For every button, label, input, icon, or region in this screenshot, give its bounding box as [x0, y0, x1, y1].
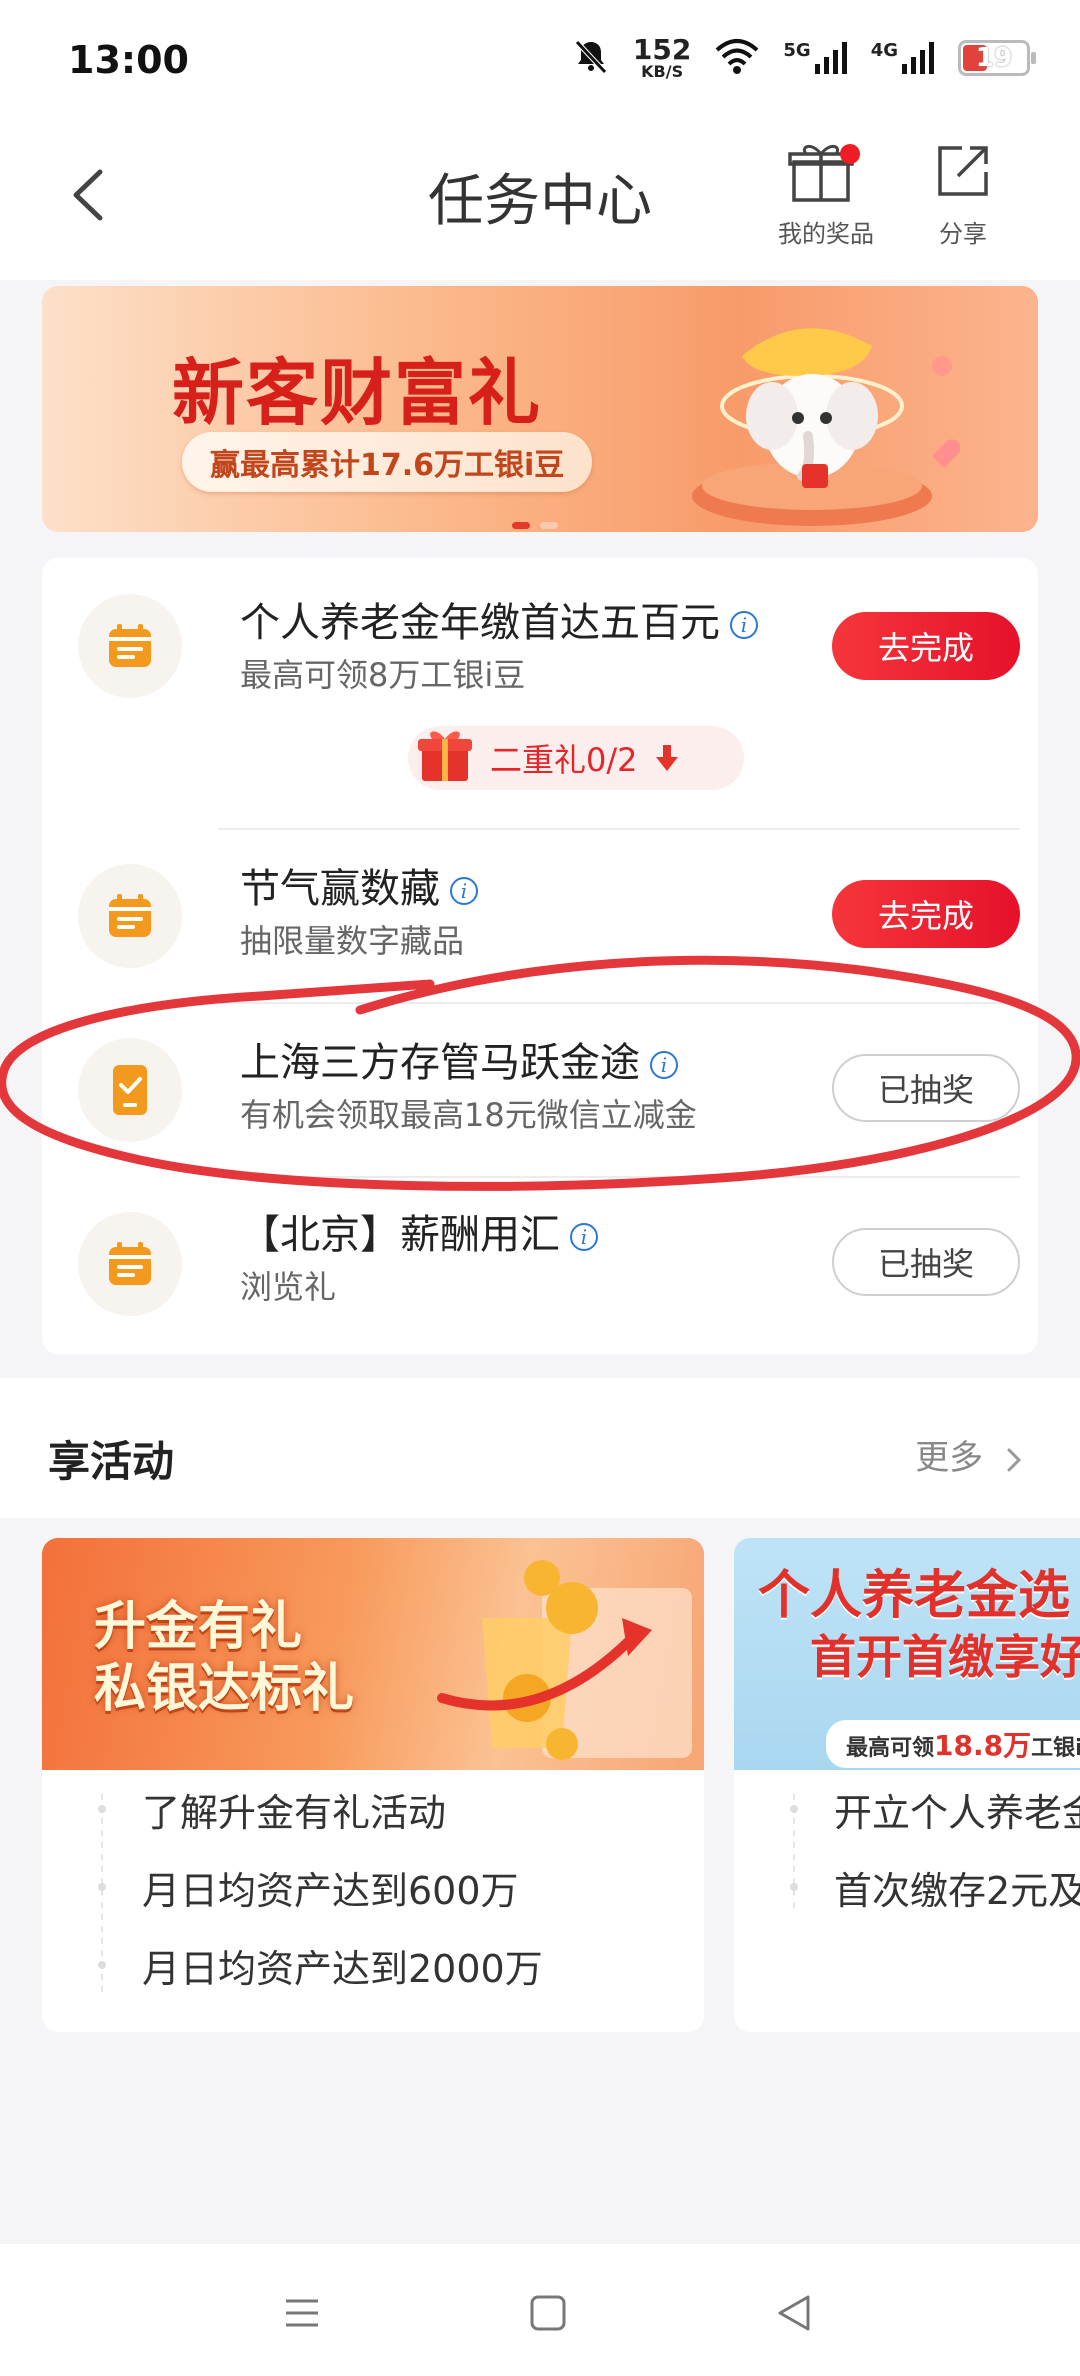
more-link[interactable]: 更多: [915, 1430, 1024, 1479]
chevron-right-icon: [1007, 1448, 1022, 1471]
calendar-icon: [109, 894, 151, 937]
complete-button[interactable]: 去完成: [832, 612, 1020, 680]
my-prizes-button[interactable]: 我的奖品: [778, 140, 874, 249]
share-button[interactable]: 分享: [932, 140, 994, 249]
gold-cup-illustration: [437, 1560, 692, 1760]
notification-dot: [840, 144, 860, 164]
my-prizes-label: 我的奖品: [778, 220, 874, 248]
status-icons: 152 KB/S 5G 4G 19: [571, 33, 1036, 81]
task-subtitle: 最高可领8万工银i豆: [240, 656, 526, 694]
activity-image-pill: 最高可领18.8万工银i: [826, 1720, 1080, 1768]
red-gift-icon: [418, 731, 472, 781]
activities-heading: 享活动: [48, 1437, 175, 1486]
wifi-icon: [713, 36, 761, 80]
mascot-illustration: [692, 328, 961, 526]
activity-image-title: 个人养老金选 首开首缴享好: [758, 1566, 1080, 1684]
mute-bell-icon: [571, 36, 611, 80]
annotation-ellipse: [0, 955, 1080, 1191]
activity-image: 个人养老金选 首开首缴享好 最高可领18.8万工银i: [734, 1538, 1080, 1770]
activity-step: 首次缴存2元及: [734, 1848, 1080, 1926]
status-bar: 13:00 152 KB/S 5G 4G 19: [0, 0, 1080, 110]
promo-banner[interactable]: 新客财富礼 赢最高累计17.6万工银i豆: [42, 286, 1038, 532]
info-icon[interactable]: i: [730, 611, 758, 639]
info-icon[interactable]: i: [450, 877, 478, 905]
task-title: 个人养老金年缴首达五百元 i: [240, 590, 758, 648]
banner-dot[interactable]: [540, 522, 558, 529]
share-label: 分享: [939, 220, 987, 248]
system-nav-bar: [0, 2244, 1080, 2376]
net-speed: 152 KB/S: [632, 33, 692, 81]
banner-title: 新客财富礼: [172, 351, 543, 435]
activity-step: 月日均资产达到2000万: [42, 1926, 704, 2004]
home-square-icon: [530, 2295, 566, 2331]
page-title: 任务中心: [428, 169, 652, 234]
task-icon: [78, 594, 182, 698]
task-item: 个人养老金年缴首达五百元 i 最高可领8万工银i豆 去完成 二重礼0/2: [42, 558, 1038, 826]
complete-button[interactable]: 去完成: [832, 880, 1020, 948]
activity-step: 月日均资产达到600万: [42, 1848, 704, 1926]
header: 任务中心 我的奖品 分享: [0, 110, 1080, 280]
back-triangle-icon: [778, 2295, 810, 2331]
status-time: 13:00: [68, 38, 189, 82]
home-button[interactable]: [518, 2288, 578, 2338]
arrow-down-icon: [655, 745, 678, 771]
banner-dot[interactable]: [512, 522, 530, 529]
activities-header: 享活动 更多: [0, 1378, 1080, 1518]
back-nav-button[interactable]: [764, 2288, 824, 2338]
calendar-icon: [109, 624, 151, 667]
task-title: 节气赢数藏 i: [240, 856, 478, 914]
menu-icon: [286, 2299, 318, 2327]
activity-step: 了解升金有礼活动: [42, 1770, 704, 1848]
banner-pill: 赢最高累计17.6万工银i豆: [182, 432, 593, 492]
activity-image-title: 升金有礼 私银达标礼: [94, 1597, 355, 1720]
activity-card[interactable]: 个人养老金选 首开首缴享好 最高可领18.8万工银i 开立个人养老金 首次缴存2…: [734, 1538, 1080, 2032]
battery-icon: 19: [958, 40, 1036, 76]
signal-5g-icon: 5G: [783, 40, 848, 76]
signal-4g-icon: 4G: [871, 40, 936, 76]
menu-button[interactable]: [272, 2288, 332, 2338]
activity-step: 开立个人养老金: [734, 1770, 1080, 1848]
activity-image: 升金有礼 私银达标礼: [42, 1538, 704, 1770]
task-subtitle: 浏览礼: [240, 1268, 337, 1306]
activity-card[interactable]: 升金有礼 私银达标礼 了解升金有礼活动 月日均资产达到600万 月日均资产达到2…: [42, 1538, 704, 2032]
gift-tier-label: 二重礼0/2: [490, 741, 638, 779]
banner-pagination: [512, 522, 558, 529]
gift-tier-toggle[interactable]: 二重礼0/2: [408, 726, 744, 790]
share-icon: [938, 146, 988, 196]
